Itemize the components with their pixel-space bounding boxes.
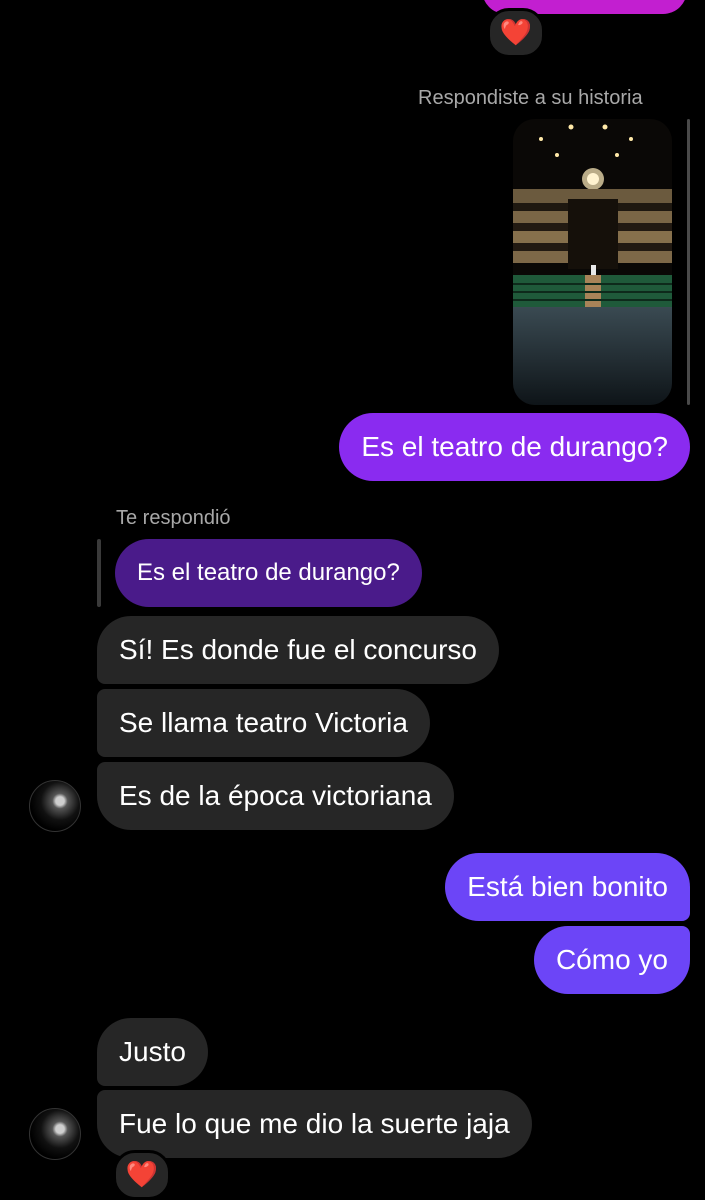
incoming-message[interactable]: Justo xyxy=(97,1018,208,1086)
theater-interior-photo xyxy=(513,119,672,405)
quote-bar xyxy=(97,539,101,607)
story-thumbnail[interactable] xyxy=(513,119,672,405)
reaction-heart-top[interactable]: ❤️ xyxy=(487,8,545,58)
incoming-message[interactable]: Sí! Es donde fue el concurso xyxy=(97,616,499,684)
contact-avatar[interactable] xyxy=(29,780,81,832)
heart-icon: ❤️ xyxy=(125,1160,159,1190)
quoted-message[interactable]: Es el teatro de durango? xyxy=(115,539,422,607)
incoming-message[interactable]: Es de la época victoriana xyxy=(97,762,454,830)
heart-icon: ❤️ xyxy=(499,18,533,48)
story-scroll-indicator xyxy=(687,119,690,405)
outgoing-message[interactable]: Es el teatro de durango? xyxy=(339,413,690,481)
contact-avatar[interactable] xyxy=(29,1108,81,1160)
story-reply-label: Respondiste a su historia xyxy=(418,87,643,109)
incoming-message[interactable]: Se llama teatro Victoria xyxy=(97,689,430,757)
reply-label: Te respondió xyxy=(116,507,231,529)
incoming-message[interactable]: Fue lo que me dio la suerte jaja xyxy=(97,1090,532,1158)
reaction-heart-bottom[interactable]: ❤️ xyxy=(113,1150,171,1200)
outgoing-message[interactable]: Cómo yo xyxy=(533,926,690,994)
outgoing-message[interactable]: Está bien bonito xyxy=(445,853,690,921)
